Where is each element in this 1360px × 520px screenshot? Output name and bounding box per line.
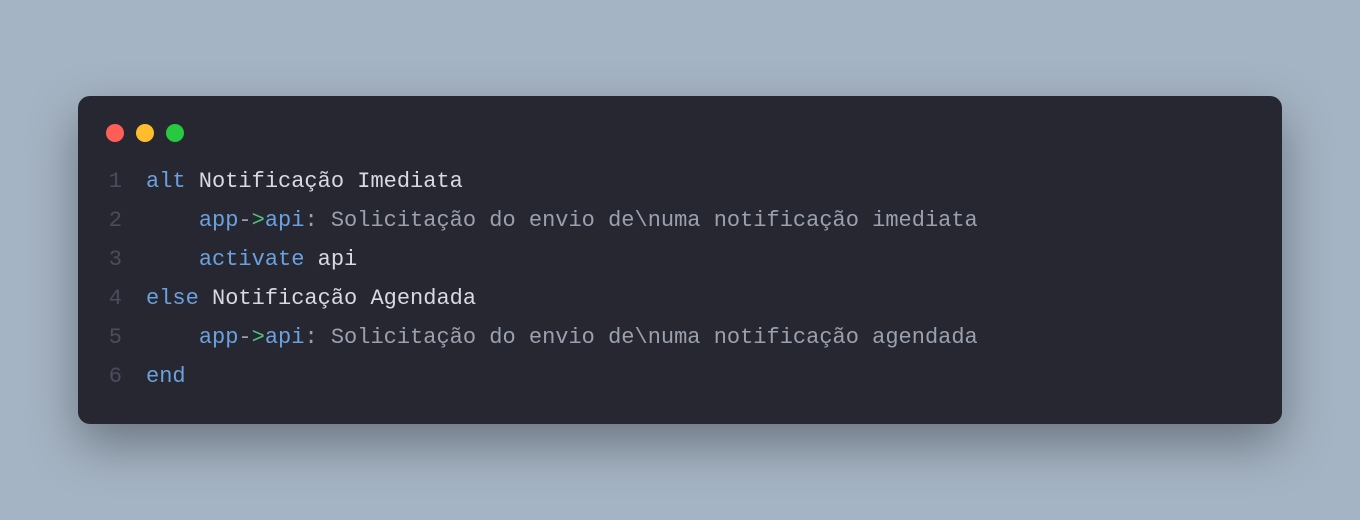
- line-content: activate api: [146, 240, 357, 279]
- code-line[interactable]: 5 app->api: Solicitação do envio de\numa…: [106, 318, 1254, 357]
- close-icon[interactable]: [106, 124, 124, 142]
- minimize-icon[interactable]: [136, 124, 154, 142]
- line-content: end: [146, 357, 186, 396]
- code-token: Notificação Agendada: [199, 286, 476, 311]
- code-token: -: [238, 325, 251, 350]
- line-content: else Notificação Agendada: [146, 279, 476, 318]
- code-token: :: [304, 208, 317, 233]
- code-token: api: [265, 325, 305, 350]
- maximize-icon[interactable]: [166, 124, 184, 142]
- code-token: end: [146, 364, 186, 389]
- code-window: 1alt Notificação Imediata2 app->api: Sol…: [78, 96, 1282, 425]
- code-line[interactable]: 4else Notificação Agendada: [106, 279, 1254, 318]
- code-line[interactable]: 3 activate api: [106, 240, 1254, 279]
- window-titlebar: [78, 120, 1282, 162]
- line-number: 5: [106, 318, 146, 357]
- code-token: Notificação Imediata: [186, 169, 463, 194]
- code-token: alt: [146, 169, 186, 194]
- line-content: app->api: Solicitação do envio de\numa n…: [146, 318, 978, 357]
- code-token: >: [252, 325, 265, 350]
- code-line[interactable]: 1alt Notificação Imediata: [106, 162, 1254, 201]
- line-number: 3: [106, 240, 146, 279]
- code-token: :: [304, 325, 317, 350]
- line-content: alt Notificação Imediata: [146, 162, 463, 201]
- line-number: 6: [106, 357, 146, 396]
- line-content: app->api: Solicitação do envio de\numa n…: [146, 201, 978, 240]
- line-number: 1: [106, 162, 146, 201]
- code-token: -: [238, 208, 251, 233]
- code-token: activate: [199, 247, 305, 272]
- line-number: 2: [106, 201, 146, 240]
- code-token: else: [146, 286, 199, 311]
- code-line[interactable]: 6end: [106, 357, 1254, 396]
- code-token: >: [252, 208, 265, 233]
- code-token: Solicitação do envio de\numa notificação…: [318, 208, 978, 233]
- code-token: Solicitação do envio de\numa notificação…: [318, 325, 978, 350]
- code-editor[interactable]: 1alt Notificação Imediata2 app->api: Sol…: [78, 162, 1282, 397]
- code-token: [146, 208, 199, 233]
- code-line[interactable]: 2 app->api: Solicitação do envio de\numa…: [106, 201, 1254, 240]
- code-token: [146, 325, 199, 350]
- code-token: app: [199, 208, 239, 233]
- code-token: app: [199, 325, 239, 350]
- line-number: 4: [106, 279, 146, 318]
- code-token: [146, 247, 199, 272]
- code-token: api: [265, 208, 305, 233]
- code-token: api: [304, 247, 357, 272]
